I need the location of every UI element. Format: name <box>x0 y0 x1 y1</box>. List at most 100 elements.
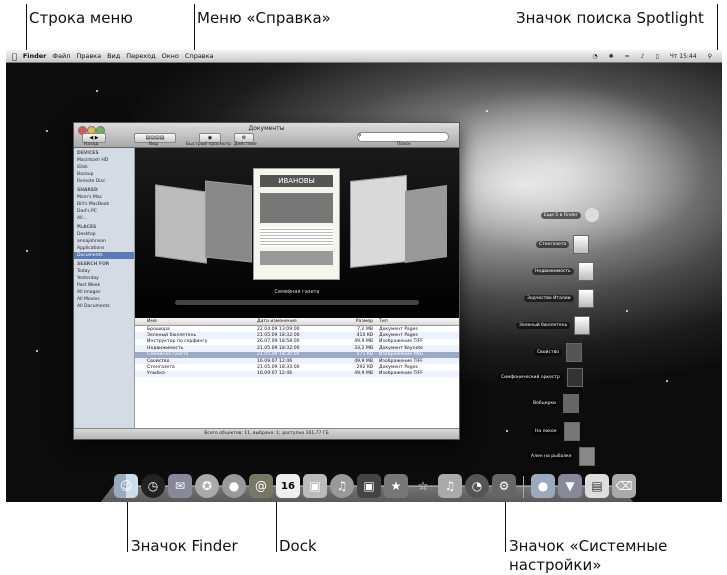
window-titlebar[interactable]: Документы ◀ ▶ Назад ▤▤▤▤ Вид ◉ Быстрый п… <box>74 123 459 148</box>
table-row[interactable]: Свойство 16.09.07 12:46 49,9 MB Изображе… <box>135 357 459 365</box>
stack-item[interactable]: На покое <box>532 422 580 441</box>
document-thumbnails <box>260 251 333 265</box>
cell-date: 21.05.09 18:33:00 <box>257 365 300 371</box>
sidebar-item[interactable]: Past Week <box>74 282 134 289</box>
cell-size: 49,9 MB <box>354 371 373 377</box>
sidebar-item[interactable]: Bill's MacBook <box>74 201 134 208</box>
time-machine-status-icon[interactable]: ◔ <box>592 53 597 60</box>
sidebar-item-selected[interactable]: Documents <box>74 252 134 259</box>
cell-type: Документ Pages <box>379 365 418 371</box>
sidebar-item[interactable]: Macintosh HD <box>74 157 134 164</box>
finder-window[interactable]: Документы ◀ ▶ Назад ▤▤▤▤ Вид ◉ Быстрый п… <box>73 122 460 440</box>
sidebar-item[interactable]: Today <box>74 268 134 275</box>
table-row[interactable]: Стенгазета 21.05.09 18:33:00 292 KB Доку… <box>135 364 459 370</box>
table-row[interactable]: Зеленый бюллетень 21.05.09 18:32:00 410 … <box>135 332 459 339</box>
ical-icon[interactable]: 16 <box>276 474 300 498</box>
sidebar-item[interactable]: iDisk <box>74 164 134 171</box>
finder-icon[interactable]: ☺ <box>114 474 138 498</box>
file-list-header: Имя Дата изменения Размер Тип <box>135 318 459 326</box>
stack-item[interactable]: Стенгазета <box>536 235 590 254</box>
column-date[interactable]: Дата изменения <box>257 319 329 324</box>
coverflow-view[interactable]: ИВАНОВЫ Семейная газета <box>135 148 459 318</box>
menu-window[interactable]: Окно <box>162 52 179 60</box>
status-area: ◔ ✱ ≈ ♪ ▯ Чт 15:44 ⚲ <box>592 50 718 62</box>
table-row[interactable]: Инструктор по серфингу 26.07.09 18:58:00… <box>135 339 459 345</box>
document-stack-icon[interactable]: ▤ <box>585 474 609 498</box>
bluetooth-icon[interactable]: ✱ <box>609 53 614 60</box>
cell-type: Изображение TIFF <box>379 371 423 377</box>
coverflow-item[interactable] <box>155 184 207 264</box>
column-name[interactable]: Имя <box>135 319 257 324</box>
sidebar-item[interactable]: Yesterday <box>74 275 134 282</box>
coverflow-center-document[interactable]: ИВАНОВЫ <box>253 168 340 280</box>
itunes-icon[interactable]: ♫ <box>330 474 354 498</box>
preview-icon[interactable]: ▣ <box>303 474 327 498</box>
folder-icon[interactable]: ● <box>531 474 555 498</box>
menu-file[interactable]: Файл <box>52 52 70 60</box>
cell-date: 22.04.09 13:09:00 <box>257 326 300 332</box>
guitar-icon[interactable]: ♫ <box>438 474 462 498</box>
sidebar-item[interactable]: Remote Disc <box>74 178 134 185</box>
cell-date: 21.05.09 18:32:00 <box>257 345 300 351</box>
coverflow-item[interactable] <box>405 185 447 263</box>
menu-view[interactable]: Вид <box>107 52 120 60</box>
trash-icon[interactable]: ⌫ <box>612 474 636 498</box>
sidebar-item[interactable]: All Movies <box>74 296 134 303</box>
apple-menu-icon[interactable]:  <box>12 52 17 61</box>
star-icon[interactable]: ☆ <box>411 474 435 498</box>
safari-icon[interactable]: ✪ <box>195 474 219 498</box>
cell-date: 21.05.09 18:30:00 <box>257 352 300 358</box>
sidebar-item[interactable]: Backup <box>74 171 134 178</box>
coverflow-scrollbar[interactable] <box>175 300 419 305</box>
coverflow-item[interactable] <box>205 180 252 263</box>
sidebar-item[interactable]: Applications <box>74 245 134 252</box>
sidebar-item[interactable]: All... <box>74 215 134 222</box>
stack-item[interactable]: Недвижимость <box>532 262 594 281</box>
stack-item[interactable]: Вебцерки <box>530 394 579 413</box>
dashboard-icon[interactable]: ◷ <box>141 474 165 498</box>
menu-go[interactable]: Переход <box>126 52 155 60</box>
menu-finder[interactable]: Finder <box>23 52 47 60</box>
stack-item[interactable]: Зодчество Италии <box>524 289 594 308</box>
photo-icon[interactable]: ▣ <box>357 474 381 498</box>
spotlight-icon[interactable]: ⚲ <box>708 53 712 60</box>
sidebar-item[interactable]: annajohnson <box>74 238 134 245</box>
star <box>666 380 668 382</box>
stack-item[interactable]: Зеленый бюллетень <box>516 316 591 335</box>
time-machine-icon[interactable]: ◔ <box>465 474 489 498</box>
table-row[interactable]: Недвижимость 21.05.09 18:32:00 33,2 MB Д… <box>135 345 459 352</box>
stack-item[interactable]: Симфонический оркестр <box>498 368 583 387</box>
downloads-icon[interactable]: ▼ <box>558 474 582 498</box>
mail-icon[interactable]: ✉ <box>168 474 192 498</box>
sidebar-item[interactable]: Mom's Mac <box>74 194 134 201</box>
sidebar-item[interactable]: Desktop <box>74 231 134 238</box>
volume-icon[interactable]: ♪ <box>641 53 645 60</box>
battery-icon[interactable]: ▯ <box>655 53 658 60</box>
document-heading: ИВАНОВЫ <box>260 175 333 187</box>
cell-name: Инструктор по серфингу <box>147 339 208 345</box>
system-preferences-icon[interactable]: ⚙ <box>492 474 516 498</box>
sidebar-item[interactable]: Dad's PC <box>74 208 134 215</box>
stack-item[interactable]: Свойство <box>534 343 582 362</box>
address-book-icon[interactable]: @ <box>249 474 273 498</box>
search-field[interactable]: ⚲ <box>357 132 449 142</box>
iphoto-icon[interactable]: ★ <box>384 474 408 498</box>
table-row[interactable]: Брошюра 22.04.09 13:09:00 7,2 MB Докумен… <box>135 326 459 332</box>
table-row-selected[interactable]: Семейная газета 21.05.09 18:30:00 471 KB… <box>135 351 459 358</box>
sidebar-item[interactable]: All Images <box>74 289 134 296</box>
wifi-icon[interactable]: ≈ <box>625 53 630 60</box>
column-size[interactable]: Размер <box>329 319 379 324</box>
coverflow-item[interactable] <box>350 175 407 268</box>
sidebar-item[interactable]: All Documents <box>74 303 134 310</box>
menu-edit[interactable]: Правка <box>76 52 101 60</box>
star <box>26 250 28 252</box>
ichat-icon[interactable]: ● <box>222 474 246 498</box>
clock[interactable]: Чт 15:44 <box>670 53 697 60</box>
stack-item[interactable]: Ален на рыбалке <box>528 447 595 466</box>
table-row[interactable]: Улыбка 16.09.07 12:46 49,9 MB Изображени… <box>135 370 459 378</box>
finder-arrow-icon <box>584 208 599 222</box>
column-type[interactable]: Тип <box>379 319 449 324</box>
menu-help[interactable]: Справка <box>185 52 214 60</box>
stack-item[interactable]: Еще 5 в Finder <box>541 208 599 222</box>
sidebar-header-places: PLACES <box>77 225 97 230</box>
